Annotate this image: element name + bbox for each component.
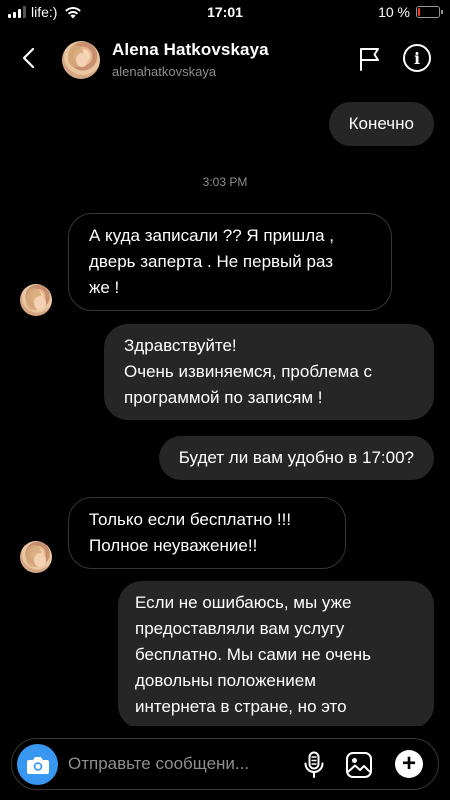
camera-button[interactable] — [17, 744, 58, 785]
chat-header: Alena Hatkovskaya alenahatkovskaya i — [0, 26, 450, 94]
microphone-icon[interactable] — [302, 751, 326, 779]
contact-name[interactable]: Alena Hatkovskaya — [112, 40, 269, 60]
message-line: дверь заперта . Не первый раз — [89, 252, 334, 271]
message-line: довольны положением — [135, 671, 316, 690]
message-bubble-outgoing[interactable]: Если не ошибаюсь, мы уже предоставляли в… — [118, 581, 434, 726]
back-chevron-icon[interactable] — [18, 46, 40, 70]
message-line: программой по записям ! — [124, 388, 323, 407]
message-thread[interactable]: Конечно 3:03 PM А куда записали ?? Я при… — [0, 94, 450, 726]
sender-avatar[interactable] — [20, 284, 52, 316]
message-line: предоставляли вам услугу — [135, 619, 345, 638]
message-line: Здравствуйте! — [124, 336, 237, 355]
gallery-icon[interactable] — [345, 751, 373, 779]
message-input[interactable]: Отправьте сообщени... — [68, 754, 249, 774]
status-right: 10 % — [378, 4, 443, 20]
message-bubble-outgoing[interactable]: Конечно — [328, 102, 434, 146]
message-line: А куда записали ?? Я пришла , — [89, 226, 335, 245]
battery-level — [418, 8, 420, 16]
plus-icon[interactable]: + — [395, 750, 423, 778]
contact-avatar[interactable] — [62, 41, 100, 79]
message-bubble-outgoing[interactable]: Будет ли вам удобно в 17:00? — [158, 436, 434, 480]
message-line: бесплатно. Мы сами не очень — [135, 645, 371, 664]
message-line: Полное неуважение!! — [89, 536, 258, 555]
message-bubble-incoming[interactable]: А куда записали ?? Я пришла , дверь запе… — [68, 213, 392, 311]
camera-icon — [26, 756, 49, 774]
message-line: Если не ошибаюсь, мы уже — [135, 593, 352, 612]
contact-username[interactable]: alenahatkovskaya — [112, 64, 216, 79]
info-icon[interactable]: i — [403, 44, 431, 72]
message-line: Очень извиняемся, проблема с — [124, 362, 373, 381]
message-line: Конечно — [348, 114, 414, 133]
battery-percent: 10 % — [378, 4, 410, 20]
message-composer[interactable]: Отправьте сообщени... + — [11, 738, 439, 790]
message-timestamp: 3:03 PM — [202, 175, 248, 189]
battery-icon — [416, 6, 443, 18]
message-line: Будет ли вам удобно в 17:00? — [178, 448, 414, 467]
message-line: Только если бесплатно !!! — [89, 510, 292, 529]
message-line: же ! — [89, 278, 120, 297]
flag-icon[interactable] — [357, 46, 383, 72]
sender-avatar[interactable] — [20, 541, 52, 573]
message-bubble-outgoing[interactable]: Здравствуйте! Очень извиняемся, проблема… — [104, 324, 434, 420]
message-bubble-incoming[interactable]: Только если бесплатно !!! Полное неуваже… — [68, 497, 346, 569]
message-line: интернета в стране, но это — [135, 697, 347, 716]
status-bar: life:) 17:01 10 % — [0, 0, 450, 26]
